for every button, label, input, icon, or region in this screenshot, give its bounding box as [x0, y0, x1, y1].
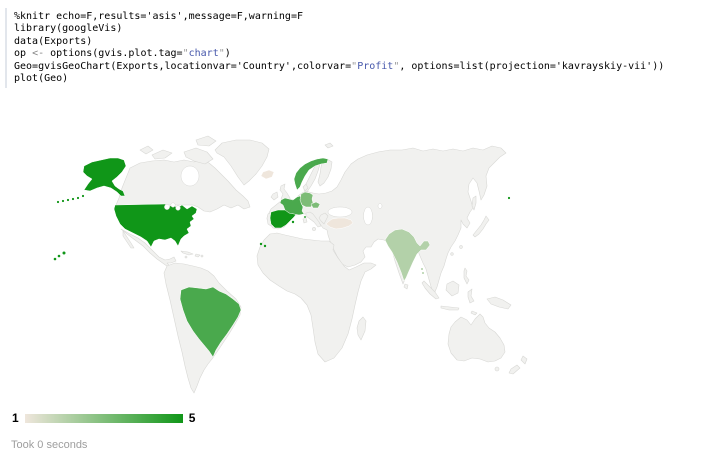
region-sri-lanka: [404, 284, 408, 289]
region-australia: [448, 314, 505, 362]
black-sea: [328, 207, 352, 217]
color-axis-legend: 1 5: [12, 411, 195, 425]
region-taiwan: [460, 246, 463, 249]
country-andaman-islands[interactable]: [421, 268, 424, 274]
region-new-zealand-south: [509, 365, 520, 374]
region-sicily: [312, 227, 315, 230]
region-japan: [473, 216, 489, 237]
great-lake-superior: [164, 204, 169, 209]
region-madagascar: [357, 317, 366, 340]
region-borneo: [446, 281, 459, 296]
legend-max-label: 5: [189, 411, 196, 425]
region-arctic-island-victoria: [152, 150, 172, 159]
caspian-sea: [364, 207, 373, 225]
aral-sea: [378, 204, 382, 209]
region-hispaniola: [195, 254, 200, 257]
region-tasmania: [495, 367, 499, 371]
region-ireland: [271, 192, 278, 200]
geochart-world-map: [0, 0, 728, 463]
country-iceland[interactable]: [261, 170, 274, 179]
region-timor: [471, 311, 477, 315]
region-new-guinea: [487, 297, 511, 309]
region-arctic-island-ellesmere: [196, 136, 216, 146]
region-arctic-island-banks: [140, 146, 153, 154]
legend-min-label: 1: [12, 411, 19, 425]
country-aleutian-islands[interactable]: [57, 195, 84, 203]
region-new-zealand-north: [521, 356, 527, 364]
region-sulawesi: [468, 289, 474, 303]
region-svalbard: [325, 143, 333, 148]
region-cuba: [181, 251, 193, 255]
status-text: Took 0 seconds: [11, 439, 87, 451]
region-hainan: [451, 253, 454, 256]
region-philippines: [464, 268, 469, 284]
country-corsica[interactable]: [304, 216, 307, 219]
country-germany[interactable]: [300, 192, 313, 207]
region-jamaica: [185, 256, 187, 258]
hudson-bay: [181, 166, 199, 186]
region-sardinia: [303, 218, 307, 223]
region-java: [441, 306, 459, 310]
region-puerto-rico: [201, 255, 203, 257]
great-lake-erie-ontario: [176, 206, 181, 211]
great-lake-huron: [171, 203, 175, 207]
legend-gradient-bar[interactable]: [25, 414, 183, 423]
country-alaska-united-states[interactable]: [83, 158, 126, 196]
region-canada: [116, 160, 250, 212]
